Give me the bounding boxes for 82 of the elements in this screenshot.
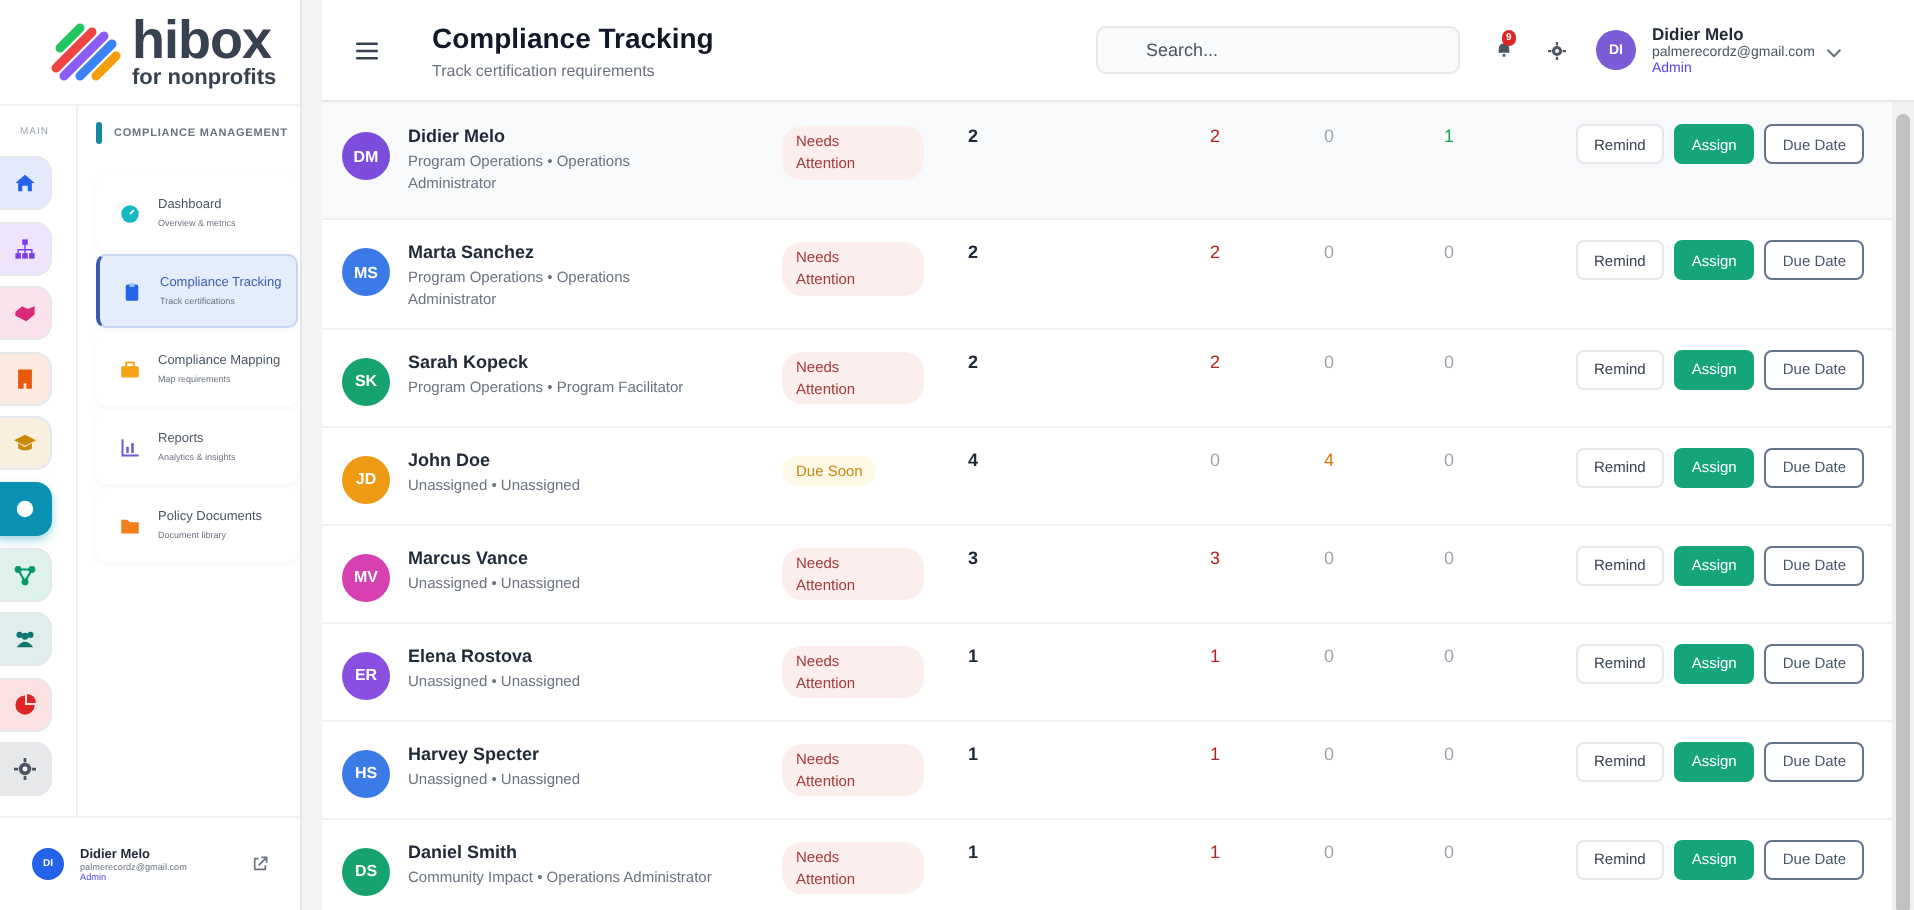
- person-name: Marcus Vance: [408, 547, 531, 568]
- person-name: Elena Rostova: [408, 645, 535, 666]
- rail-button[interactable]: [0, 612, 52, 667]
- home-icon: [13, 172, 35, 194]
- avatar: HS: [342, 749, 390, 798]
- count-cell-text: 0: [1444, 449, 1457, 470]
- avatar: SK: [342, 357, 390, 406]
- folder-icon: [120, 515, 140, 535]
- search-field[interactable]: Search...: [1096, 26, 1460, 74]
- count-cell-text: 4: [968, 449, 981, 470]
- count-cell-text: 2: [1210, 351, 1223, 372]
- user-name: Didier Melo: [1652, 24, 1746, 44]
- count-cell-text: 1: [968, 743, 981, 764]
- building-icon: [13, 367, 35, 390]
- bell-icon[interactable]: [1496, 42, 1512, 58]
- rail-button[interactable]: [0, 481, 52, 536]
- people-icon: [13, 628, 35, 651]
- count-cell-text: 1: [968, 841, 981, 862]
- person-name: Daniel Smith: [408, 841, 520, 862]
- avatar: ER: [342, 651, 390, 700]
- count-cell-text: 0: [1444, 743, 1457, 764]
- avatar: JD: [342, 455, 390, 504]
- count-cell-text: 1: [1210, 841, 1223, 862]
- count-cell-text: 3: [968, 547, 981, 568]
- bar-chart-icon: [120, 437, 140, 457]
- count-cell-text: 2: [968, 242, 981, 262]
- count-cell-text: 0: [1444, 841, 1457, 862]
- count-cell-text: 0: [1444, 351, 1457, 372]
- avatar: DM: [342, 132, 390, 180]
- person-name: Didier Melo: [408, 126, 508, 146]
- count-cell-text: 2: [1210, 126, 1223, 146]
- external-link-icon[interactable]: [252, 856, 268, 872]
- count-cell-text: 1: [1210, 645, 1223, 666]
- settings-icon: [13, 758, 35, 781]
- rail-button[interactable]: [0, 351, 52, 406]
- toolbox-icon: [120, 359, 140, 379]
- person-name: Sarah Kopeck: [408, 351, 531, 372]
- count-cell-text: 0: [1324, 547, 1337, 568]
- count-cell-text: 1: [968, 645, 981, 666]
- logo-name: hibox: [132, 14, 272, 68]
- clipboard-icon: [122, 281, 142, 301]
- count-cell-text: 0: [1444, 242, 1457, 262]
- logo-tagline: for nonprofits: [132, 68, 277, 90]
- count-cell-text: 2: [1210, 242, 1223, 262]
- menu-icon[interactable]: [356, 41, 378, 59]
- hierarchy-icon: [13, 237, 35, 260]
- count-cell-text: 2: [968, 126, 981, 146]
- rail-button[interactable]: [0, 286, 52, 341]
- page-subtitle: Track certification requirements: [432, 61, 657, 79]
- avatar: DS: [342, 847, 390, 896]
- count-cell-text: 4: [1324, 449, 1337, 470]
- avatar: MV: [342, 553, 390, 602]
- count-cell-text: 0: [1324, 841, 1337, 862]
- count-cell-text: 2: [968, 351, 981, 372]
- rail-button[interactable]: [0, 221, 52, 276]
- pie-chart-icon: [13, 693, 35, 716]
- count-cell-text: 0: [1324, 351, 1337, 372]
- person-name: Marta Sanchez: [408, 242, 537, 262]
- count-cell-text: 1: [1210, 743, 1223, 764]
- chevron-down-icon[interactable]: [1826, 48, 1843, 58]
- rail-button[interactable]: [0, 742, 52, 797]
- count-cell-text: 0: [1210, 449, 1223, 470]
- graduation-cap-icon: [13, 432, 35, 455]
- count-cell-text: 0: [1324, 645, 1337, 666]
- circle-icon: [13, 497, 35, 520]
- person-name: John Doe: [408, 449, 493, 470]
- count-cell-text: 0: [1324, 743, 1337, 764]
- page-title: Compliance Tracking: [432, 21, 716, 53]
- scrollbar[interactable]: [1892, 102, 1914, 910]
- network-icon: [13, 563, 35, 586]
- count-cell-text: 0: [1444, 547, 1457, 568]
- avatar: MS: [342, 248, 390, 296]
- rail-button[interactable]: [0, 156, 52, 210]
- count-cell-text: 3: [1210, 547, 1223, 568]
- rail-button[interactable]: [0, 677, 52, 732]
- count-cell-text: 1: [1444, 126, 1457, 146]
- person-name: Harvey Specter: [408, 743, 542, 764]
- rail-button[interactable]: [0, 547, 52, 602]
- count-cell-text: 0: [1444, 645, 1457, 666]
- count-cell-text: 0: [1324, 242, 1337, 262]
- settings-icon[interactable]: [1548, 41, 1566, 59]
- count-cell-text: 0: [1324, 126, 1337, 146]
